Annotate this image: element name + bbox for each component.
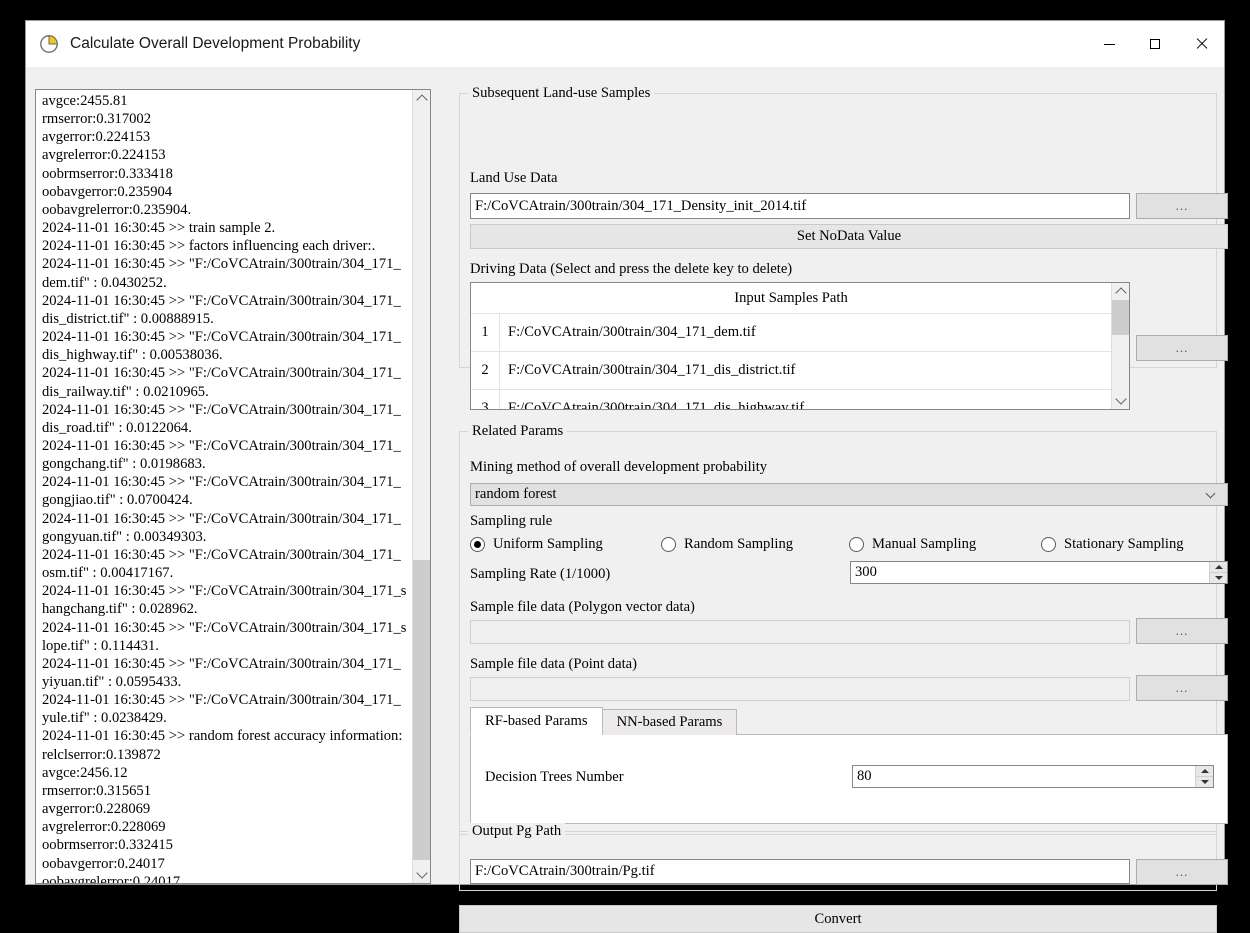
decision-trees-stepper-buttons — [1195, 766, 1213, 787]
polygon-sample-input[interactable] — [470, 620, 1130, 644]
triangle-down-icon — [1200, 780, 1209, 784]
window-body: avgce:2455.81 rmserror:0.317002 avgerror… — [26, 67, 1228, 933]
title-bar: Calculate Overall Development Probabilit… — [26, 21, 1224, 67]
sampling-rate-value[interactable]: 300 — [851, 562, 1209, 583]
log-scroll-down-button[interactable] — [413, 866, 430, 883]
table-row[interactable]: 2 F:/CoVCAtrain/300train/304_171_dis_dis… — [471, 352, 1111, 390]
table-row[interactable]: 1 F:/CoVCAtrain/300train/304_171_dem.tif — [471, 314, 1111, 352]
mining-method-select[interactable]: random forest — [470, 483, 1228, 506]
decision-trees-number-stepper[interactable]: 80 — [852, 765, 1214, 788]
tab-rf-based-params[interactable]: RF-based Params — [470, 707, 603, 735]
close-icon — [1195, 38, 1207, 50]
polygon-sample-browse-button[interactable]: ... — [1136, 618, 1228, 644]
driving-data-browse-button[interactable]: ... — [1136, 335, 1228, 361]
log-text[interactable]: avgce:2455.81 rmserror:0.317002 avgerror… — [36, 90, 412, 883]
close-button[interactable] — [1178, 21, 1224, 67]
chevron-up-icon — [1114, 287, 1127, 299]
driving-data-table-inner: Input Samples Path 1 F:/CoVCAtrain/300tr… — [471, 283, 1111, 409]
minimize-button[interactable] — [1086, 21, 1132, 67]
radio-uniform-sampling[interactable]: Uniform Sampling — [470, 536, 603, 553]
chevron-up-icon — [415, 94, 428, 106]
sampling-rate-label: Sampling Rate (1/1000) — [470, 566, 611, 582]
sampling-rate-stepper-buttons — [1209, 562, 1227, 583]
table-scroll-thumb[interactable] — [1112, 300, 1129, 335]
land-use-browse-button[interactable]: ... — [1136, 193, 1228, 219]
params-tabstrip: RF-based Params NN-based Params — [470, 707, 1228, 735]
radio-stationary-sampling[interactable]: Stationary Sampling — [1041, 536, 1184, 553]
sampling-rate-decrement-button[interactable] — [1210, 573, 1227, 583]
window-title: Calculate Overall Development Probabilit… — [70, 35, 361, 52]
polygon-sample-label: Sample file data (Polygon vector data) — [470, 599, 695, 615]
table-scroll-down-button[interactable] — [1112, 392, 1129, 409]
point-sample-browse-button[interactable]: ... — [1136, 675, 1228, 701]
sampling-rule-label: Sampling rule — [470, 513, 553, 529]
driving-data-table[interactable]: Input Samples Path 1 F:/CoVCAtrain/300tr… — [470, 282, 1130, 410]
chevron-down-icon — [1207, 490, 1217, 500]
decision-trees-number-label: Decision Trees Number — [485, 769, 624, 785]
triangle-up-icon — [1214, 565, 1223, 569]
pie-chart-icon — [38, 33, 60, 55]
radio-manual-sampling[interactable]: Manual Sampling — [849, 536, 976, 553]
radio-manual-sampling-label: Manual Sampling — [872, 536, 977, 552]
radio-stationary-sampling-label: Stationary Sampling — [1064, 536, 1184, 552]
point-sample-label: Sample file data (Point data) — [470, 656, 637, 672]
log-scroll-up-button[interactable] — [413, 90, 430, 107]
point-sample-input[interactable] — [470, 677, 1130, 701]
mining-method-value: random forest — [475, 486, 557, 502]
radio-uniform-sampling-dot — [470, 537, 485, 552]
table-header-input-samples-path: Input Samples Path — [471, 283, 1111, 314]
decision-trees-number-value[interactable]: 80 — [853, 766, 1195, 787]
params-tabs: RF-based Params NN-based Params Decision… — [470, 707, 1228, 824]
radio-random-sampling-dot — [661, 537, 676, 552]
settings-panel: Subsequent Land-use Samples Land Use Dat… — [451, 85, 1228, 933]
related-params-group-title: Related Params — [468, 423, 568, 440]
set-nodata-value-button[interactable]: Set NoData Value — [470, 224, 1228, 249]
mining-method-label: Mining method of overall development pro… — [470, 459, 768, 475]
table-row-path: F:/CoVCAtrain/300train/304_171_dis_distr… — [508, 362, 796, 378]
table-scrollbar[interactable] — [1111, 283, 1129, 409]
tab-nn-based-params[interactable]: NN-based Params — [601, 709, 738, 735]
decision-trees-decrement-button[interactable] — [1196, 777, 1213, 787]
table-row-number: 1 — [471, 314, 500, 351]
radio-random-sampling[interactable]: Random Sampling — [661, 536, 793, 553]
triangle-down-icon — [1214, 576, 1223, 580]
table-row-number: 3 — [471, 390, 500, 409]
radio-uniform-sampling-label: Uniform Sampling — [493, 536, 603, 552]
maximize-button[interactable] — [1132, 21, 1178, 67]
land-use-data-label: Land Use Data — [470, 170, 558, 186]
output-pg-path-input[interactable]: F:/CoVCAtrain/300train/Pg.tif — [470, 859, 1130, 884]
table-row-path: F:/CoVCAtrain/300train/304_171_dis_highw… — [508, 400, 805, 409]
table-row[interactable]: 3 F:/CoVCAtrain/300train/304_171_dis_hig… — [471, 390, 1111, 409]
chevron-down-icon — [415, 867, 428, 879]
sampling-rate-stepper[interactable]: 300 — [850, 561, 1228, 584]
chevron-down-icon — [1114, 393, 1127, 405]
log-scrollbar[interactable] — [412, 90, 430, 883]
radio-stationary-sampling-dot — [1041, 537, 1056, 552]
app-window: Calculate Overall Development Probabilit… — [25, 20, 1228, 933]
output-pg-path-browse-button[interactable]: ... — [1136, 859, 1228, 885]
minimize-icon — [1103, 43, 1115, 45]
maximize-icon — [1150, 39, 1160, 49]
triangle-up-icon — [1200, 769, 1209, 773]
log-panel: avgce:2455.81 rmserror:0.317002 avgerror… — [35, 89, 431, 884]
driving-data-label: Driving Data (Select and press the delet… — [470, 261, 793, 277]
window-controls — [1086, 21, 1224, 67]
table-row-number: 2 — [471, 352, 500, 389]
subsequent-landuse-group-title: Subsequent Land-use Samples — [468, 85, 655, 102]
decision-trees-increment-button[interactable] — [1196, 766, 1213, 777]
land-use-data-input[interactable]: F:/CoVCAtrain/300train/304_171_Density_i… — [470, 193, 1130, 219]
sampling-rate-increment-button[interactable] — [1210, 562, 1227, 573]
table-row-path: F:/CoVCAtrain/300train/304_171_dem.tif — [508, 324, 756, 340]
table-scroll-up-button[interactable] — [1112, 283, 1129, 300]
output-pg-path-group-title: Output Pg Path — [468, 823, 566, 840]
convert-button[interactable]: Convert — [459, 905, 1217, 933]
tab-pane-rf-based-params: Decision Trees Number 80 — [470, 734, 1228, 824]
radio-random-sampling-label: Random Sampling — [684, 536, 794, 552]
radio-manual-sampling-dot — [849, 537, 864, 552]
log-scroll-thumb[interactable] — [413, 560, 430, 860]
